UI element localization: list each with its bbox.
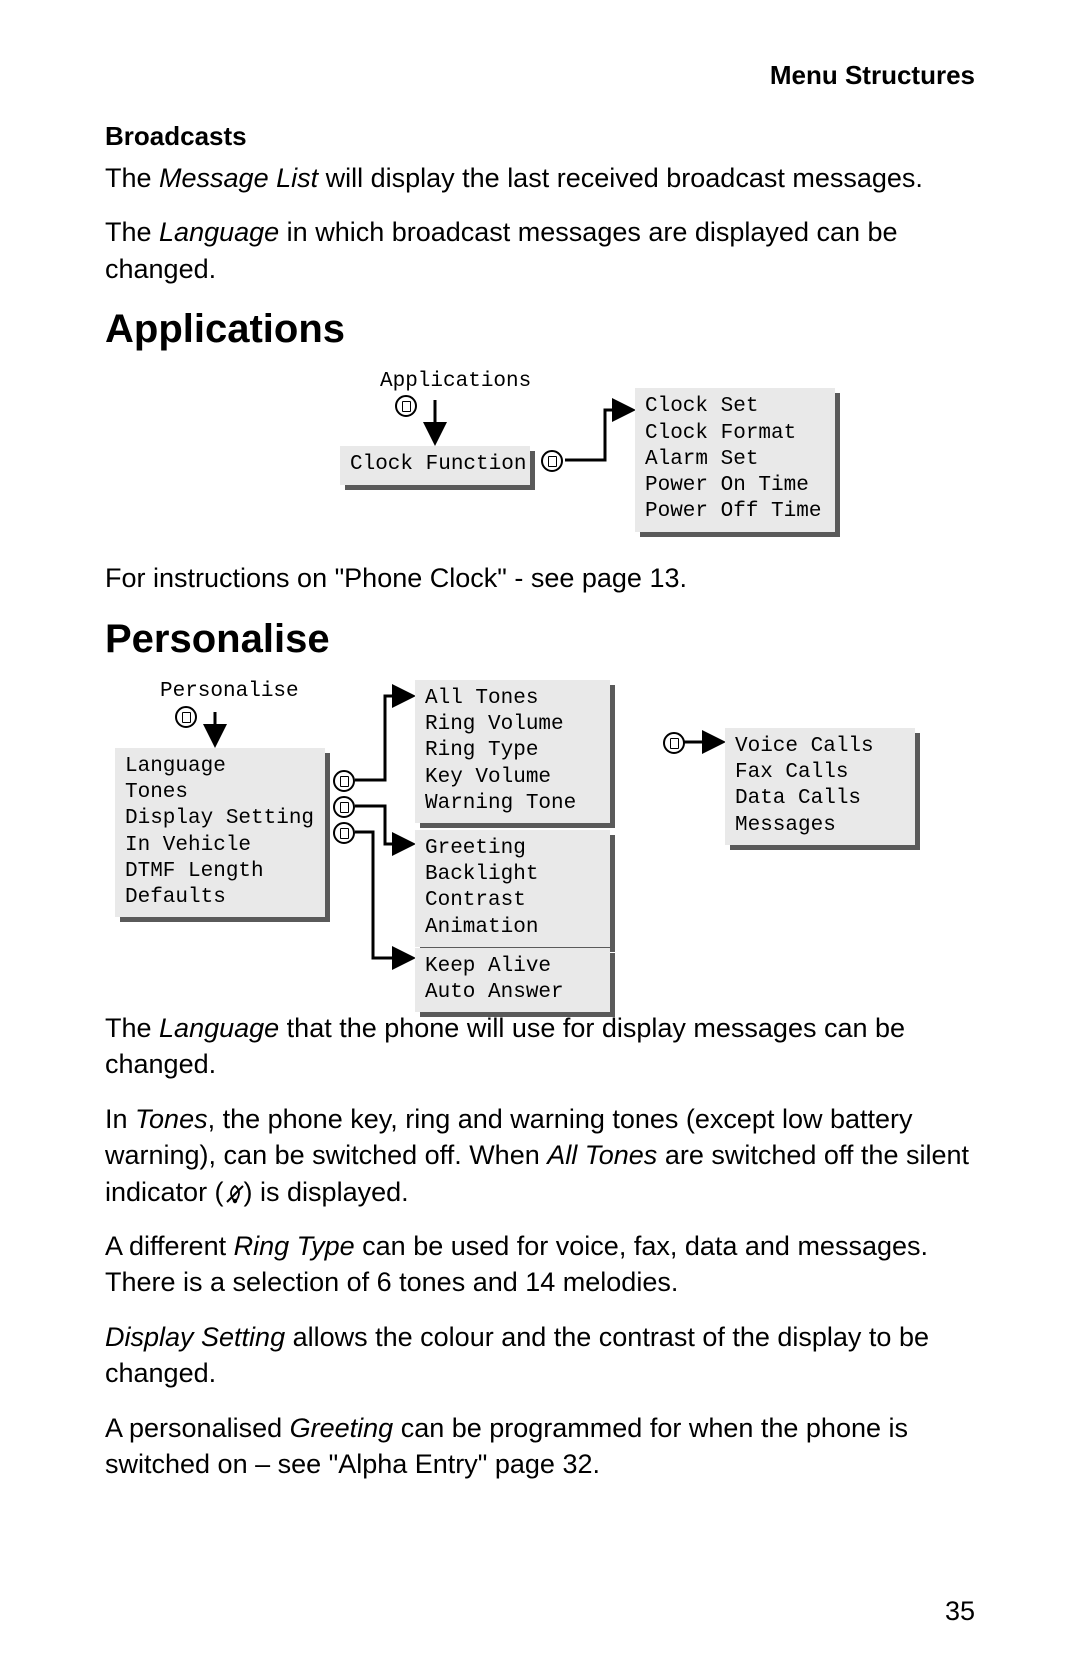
text-fragment: A different bbox=[105, 1231, 234, 1261]
text-fragment: ) is displayed. bbox=[244, 1177, 409, 1207]
diagram-label-applications: Applications bbox=[380, 370, 531, 393]
diagram-label-personalise: Personalise bbox=[160, 680, 299, 703]
nav-icon bbox=[175, 706, 197, 728]
text-italic: Language bbox=[159, 217, 279, 247]
text-fragment: A personalised bbox=[105, 1413, 290, 1443]
text-fragment: will display the last received broadcast… bbox=[318, 163, 923, 193]
text-italic: Ring Type bbox=[234, 1231, 355, 1261]
text-fragment: The bbox=[105, 217, 159, 247]
nav-icon bbox=[333, 770, 355, 792]
broadcasts-heading: Broadcasts bbox=[105, 121, 975, 152]
text-fragment: The bbox=[105, 163, 159, 193]
personalise-p1: The Language that the phone will use for… bbox=[105, 1010, 975, 1083]
nav-icon bbox=[395, 395, 417, 417]
nav-icon bbox=[663, 732, 685, 754]
applications-heading: Applications bbox=[105, 307, 975, 352]
text-fragment: The bbox=[105, 1013, 159, 1043]
menu-box-clock-submenu: Clock Set Clock Format Alarm Set Power O… bbox=[635, 388, 835, 531]
page-number: 35 bbox=[945, 1596, 975, 1627]
personalise-diagram: Personalise Language Tones Display Setti… bbox=[105, 680, 975, 990]
personalise-p2: In Tones, the phone key, ring and warnin… bbox=[105, 1101, 975, 1210]
text-italic: Display Setting bbox=[105, 1322, 285, 1352]
nav-icon bbox=[333, 796, 355, 818]
menu-box-ringtype: Voice Calls Fax Calls Data Calls Message… bbox=[725, 728, 915, 845]
applications-diagram: Applications Clock Function Clock Set Cl… bbox=[235, 370, 935, 540]
text-italic: Tones bbox=[135, 1104, 208, 1134]
personalise-p4: Display Setting allows the colour and th… bbox=[105, 1319, 975, 1392]
text-italic: Message List bbox=[159, 163, 318, 193]
text-fragment: In bbox=[105, 1104, 135, 1134]
menu-box-vehicle: Keep Alive Auto Answer bbox=[415, 948, 610, 1013]
applications-footnote: For instructions on "Phone Clock" - see … bbox=[105, 560, 975, 596]
personalise-p5: A personalised Greeting can be programme… bbox=[105, 1410, 975, 1483]
broadcasts-p1: The Message List will display the last r… bbox=[105, 160, 975, 196]
page-header: Menu Structures bbox=[105, 60, 975, 91]
menu-box-clock-function: Clock Function bbox=[340, 446, 530, 484]
personalise-p3: A different Ring Type can be used for vo… bbox=[105, 1228, 975, 1301]
document-page: Menu Structures Broadcasts The Message L… bbox=[0, 0, 1080, 1667]
text-italic: All Tones bbox=[547, 1140, 657, 1170]
silent-icon bbox=[224, 1174, 244, 1210]
menu-box-display: Greeting Backlight Contrast Animation bbox=[415, 830, 610, 947]
menu-box-personalise-main: Language Tones Display Setting In Vehicl… bbox=[115, 748, 325, 918]
personalise-heading: Personalise bbox=[105, 617, 975, 662]
menu-box-tones: All Tones Ring Volume Ring Type Key Volu… bbox=[415, 680, 610, 823]
nav-icon bbox=[333, 822, 355, 844]
broadcasts-p2: The Language in which broadcast messages… bbox=[105, 214, 975, 287]
text-italic: Greeting bbox=[290, 1413, 394, 1443]
text-italic: Language bbox=[159, 1013, 279, 1043]
nav-icon bbox=[541, 450, 563, 472]
